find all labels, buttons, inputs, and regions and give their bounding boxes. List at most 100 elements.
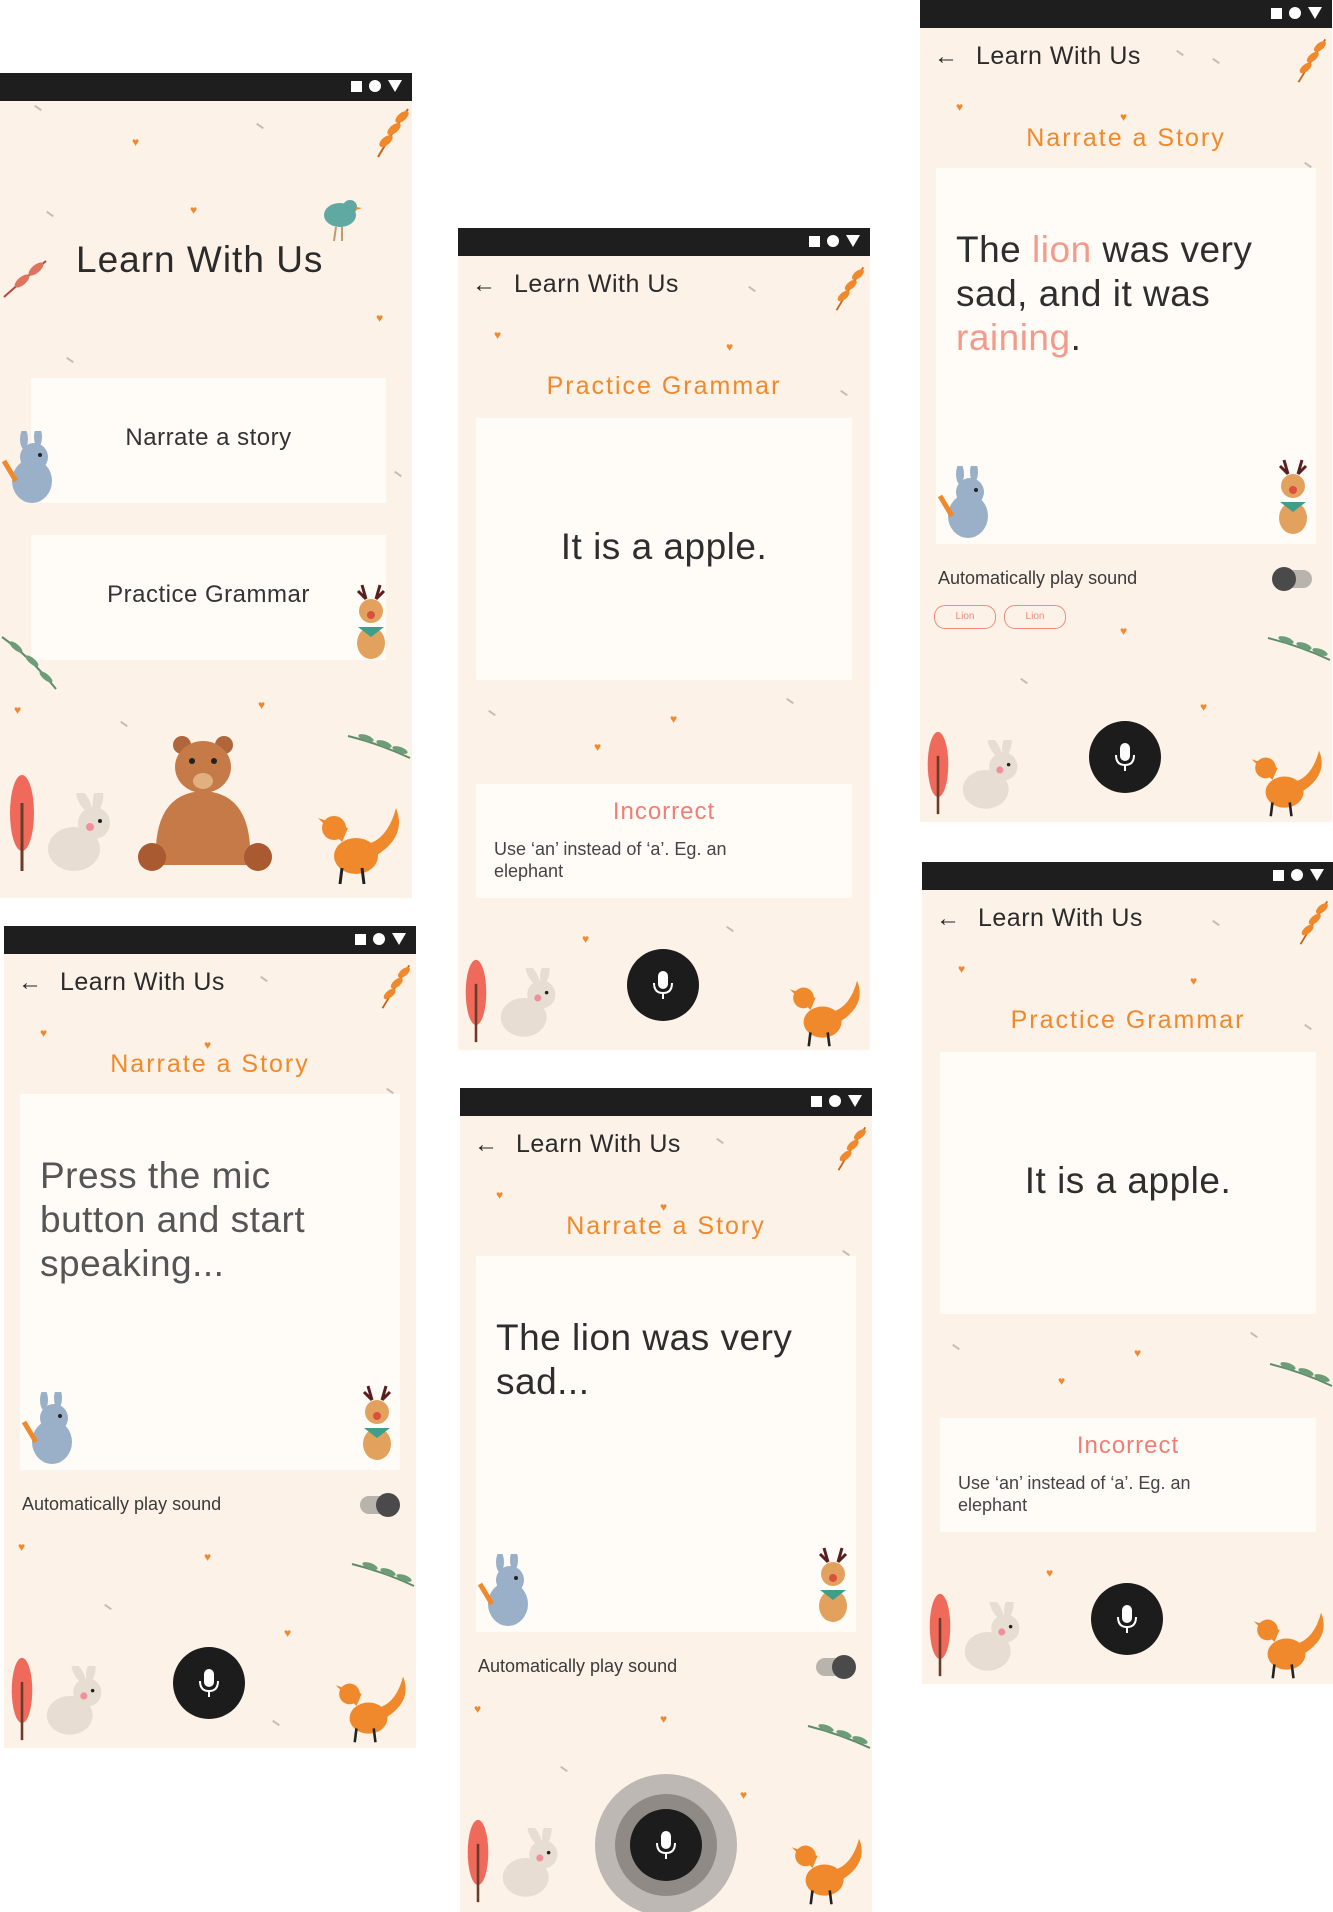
leaf-branch-icon — [381, 964, 411, 1009]
tree-icon — [11, 1657, 33, 1741]
heart-icon: ♥ — [726, 340, 734, 354]
green-leaf-branch-icon — [1, 636, 57, 690]
tree-icon — [10, 775, 34, 871]
app-title: Learn With Us — [976, 42, 1141, 70]
highlighted-word: raining — [956, 317, 1071, 358]
toggle-knob — [832, 1655, 856, 1679]
mic-button[interactable] — [630, 1809, 702, 1881]
triangle-icon — [846, 235, 860, 247]
circle-icon — [1291, 869, 1303, 881]
toggle-label: Automatically play sound — [22, 1494, 222, 1514]
arrow-left-icon[interactable]: ← — [934, 45, 960, 69]
story-text: The lion was very sad, and it was rainin… — [956, 229, 1253, 358]
tree-icon — [465, 959, 487, 1043]
app-title: Learn With Us — [514, 270, 679, 298]
fox-icon — [791, 1838, 862, 1905]
sentence-card: It is a apple. — [476, 418, 852, 680]
microphone-icon — [653, 971, 673, 999]
tree-icon — [927, 731, 949, 815]
heart-icon: ♥ — [956, 100, 964, 114]
circle-icon — [373, 933, 385, 945]
arrow-left-icon[interactable]: ← — [474, 1133, 500, 1157]
heart-icon: ♥ — [582, 932, 590, 946]
feedback-card: Incorrect Use ‘an’ instead of ‘a’. Eg. a… — [940, 1418, 1316, 1532]
auto-play-toggle[interactable] — [1272, 567, 1312, 591]
rabbit-icon — [502, 1828, 558, 1897]
status-bar — [458, 228, 870, 256]
status-bar — [0, 73, 412, 101]
leaf-branch-icon — [837, 1126, 867, 1171]
screen-narrate-prompt: ← Learn With Us Narrate a Story Press th… — [4, 926, 416, 1748]
circle-icon — [369, 80, 381, 92]
fox-icon — [1251, 750, 1322, 817]
screen-home: Learn With Us Narrate a story Practice G… — [0, 73, 412, 898]
fox-icon — [789, 980, 860, 1047]
heart-icon: ♥ — [1134, 1346, 1142, 1360]
feedback-title: Incorrect — [1076, 1432, 1180, 1459]
section-title: Narrate a Story — [110, 1050, 310, 1078]
mic-button[interactable] — [1091, 1583, 1163, 1655]
arrow-left-icon[interactable]: ← — [472, 273, 498, 297]
mic-button[interactable] — [173, 1647, 245, 1719]
rabbit-icon — [46, 1666, 102, 1735]
arrow-left-icon[interactable]: ← — [18, 971, 44, 995]
mic-button[interactable] — [1089, 721, 1161, 793]
menu-narrate-story[interactable]: Narrate a story — [31, 378, 386, 503]
deer-icon — [818, 1547, 848, 1622]
bunny-icon — [1, 431, 52, 503]
microphone-icon — [656, 1831, 676, 1859]
feedback-card: Incorrect Use ‘an’ instead of ‘a’. Eg. a… — [476, 784, 852, 898]
bunny-icon — [477, 1554, 528, 1626]
section-title: Narrate a Story — [1026, 124, 1226, 152]
rabbit-icon — [964, 1602, 1020, 1671]
heart-icon: ♥ — [190, 203, 198, 217]
heart-icon: ♥ — [258, 698, 266, 712]
word-chip[interactable]: Lion — [934, 605, 996, 629]
heart-icon: ♥ — [1046, 1566, 1054, 1580]
highlighted-word: lion — [1032, 229, 1092, 270]
auto-play-toggle[interactable] — [816, 1655, 856, 1679]
green-sprig-icon — [1269, 1362, 1333, 1387]
heart-icon: ♥ — [204, 1550, 212, 1564]
app-title: Learn With Us — [978, 904, 1143, 932]
microphone-icon — [1117, 1605, 1137, 1633]
square-icon — [1271, 7, 1282, 19]
heart-icon: ♥ — [660, 1200, 668, 1214]
heart-icon: ♥ — [1058, 1374, 1066, 1388]
status-bar — [460, 1088, 872, 1116]
red-leaf-icon — [3, 260, 47, 298]
green-sprig-icon — [347, 734, 411, 759]
heart-icon: ♥ — [132, 135, 140, 149]
feedback-body: Use ‘an’ instead of ‘a’. Eg. an elephant — [958, 1473, 1191, 1515]
app-title: Learn With Us — [60, 968, 225, 996]
square-icon — [811, 1095, 822, 1107]
menu-practice-grammar[interactable]: Practice Grammar — [31, 535, 386, 660]
bunny-icon — [21, 1392, 72, 1464]
heart-icon: ♥ — [376, 311, 384, 325]
arrow-left-icon[interactable]: ← — [936, 907, 962, 931]
app-title: Learn With Us — [516, 1130, 681, 1158]
grammar-sentence: It is a apple. — [1024, 1160, 1232, 1201]
rabbit-icon — [48, 793, 110, 871]
story-prompt: Press the mic button and start speaking.… — [40, 1155, 306, 1284]
green-sprig-icon — [1267, 636, 1331, 661]
square-icon — [1273, 869, 1284, 881]
circle-icon — [827, 235, 839, 247]
auto-play-toggle[interactable] — [360, 1493, 400, 1517]
heart-icon: ♥ — [740, 1788, 748, 1802]
status-bar — [922, 862, 1333, 890]
toggle-knob — [376, 1493, 400, 1517]
status-bar — [4, 926, 416, 954]
deer-icon — [362, 1385, 392, 1460]
word-chip[interactable]: Lion — [1004, 605, 1066, 629]
tree-icon — [467, 1819, 489, 1903]
heart-icon: ♥ — [670, 712, 678, 726]
heart-icon: ♥ — [40, 1026, 48, 1040]
heart-icon: ♥ — [660, 1712, 668, 1726]
triangle-icon — [388, 80, 402, 92]
feedback-title: Incorrect — [612, 798, 716, 825]
mic-button[interactable] — [627, 949, 699, 1021]
feedback-body: Use ‘an’ instead of ‘a’. Eg. an elephant — [494, 839, 727, 881]
leaf-branch-icon — [835, 266, 865, 311]
section-title: Practice Grammar — [546, 372, 782, 400]
